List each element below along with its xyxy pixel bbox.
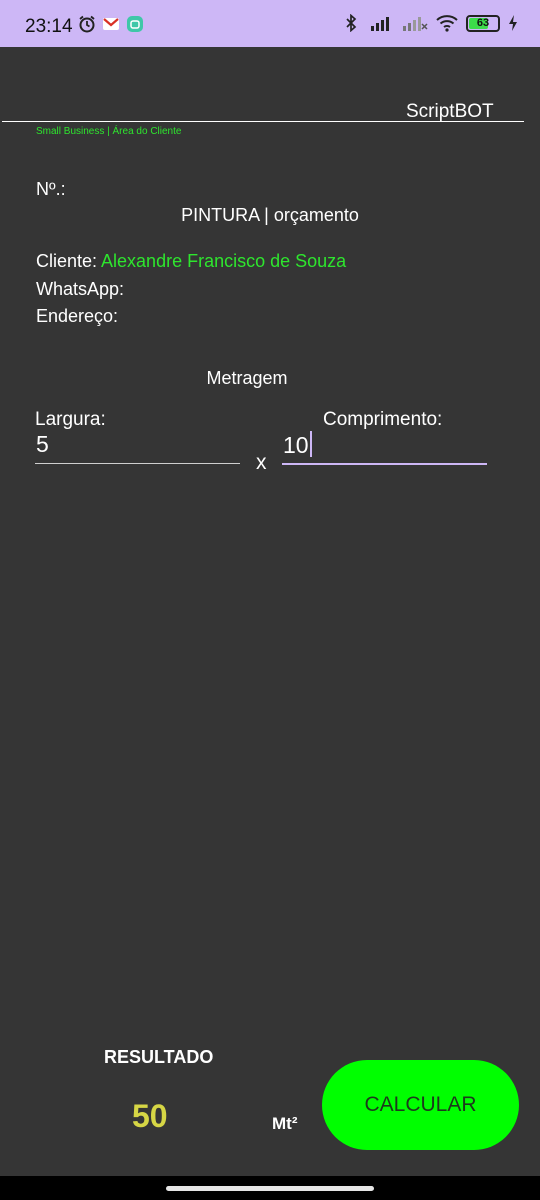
address-label: Endereço: [36,306,119,326]
signal-icon [370,14,394,32]
measurement-title: Metragem [206,368,288,388]
multiply-symbol: x [256,451,267,474]
header-divider [2,121,524,122]
length-input-value: 10 [283,432,309,458]
result-unit: Mt² [272,1114,298,1133]
wifi-icon [436,14,458,32]
clock: 23:14 [25,16,73,37]
address-row: Endereço: [36,306,118,327]
result-label: RESULTADO [104,1047,214,1067]
length-input-underline [282,463,487,465]
home-gesture-handle[interactable] [166,1186,374,1191]
bluetooth-icon [344,13,362,33]
length-label: Comprimento: [323,409,443,430]
gmail-icon [102,15,120,33]
alarm-icon [78,15,96,33]
status-bar: 23:14 63 [0,0,540,47]
header-subtitle: Small Business | Área do Cliente [36,126,182,137]
width-input-underline [35,463,240,464]
system-icons: 63 [344,13,518,33]
brand-title: ScriptBOT [406,101,494,122]
document-title: PINTURA | orçamento [181,205,359,225]
text-cursor [309,431,312,457]
order-number-label: Nº.: [36,179,66,199]
navigation-bar [0,1176,540,1200]
signal-weak-icon [402,14,428,32]
whatsapp-label: WhatsApp: [36,279,125,299]
width-label: Largura: [35,409,106,430]
calculate-button[interactable]: CALCULAR [322,1060,519,1150]
length-input[interactable]: 10 [283,431,312,459]
width-input[interactable]: 5 [36,431,49,458]
charging-icon [508,14,518,32]
whatsapp-row: WhatsApp: [36,279,124,300]
client-label: Cliente: [36,251,98,271]
client-row: Cliente: Alexandre Francisco de Souza [36,251,346,272]
result-value: 50 [132,1098,168,1134]
battery-level: 63 [476,16,490,29]
app-notification-icon [126,15,144,33]
notification-icons [78,15,144,33]
battery-icon: 63 [466,14,500,32]
client-name: Alexandre Francisco de Souza [101,251,347,271]
